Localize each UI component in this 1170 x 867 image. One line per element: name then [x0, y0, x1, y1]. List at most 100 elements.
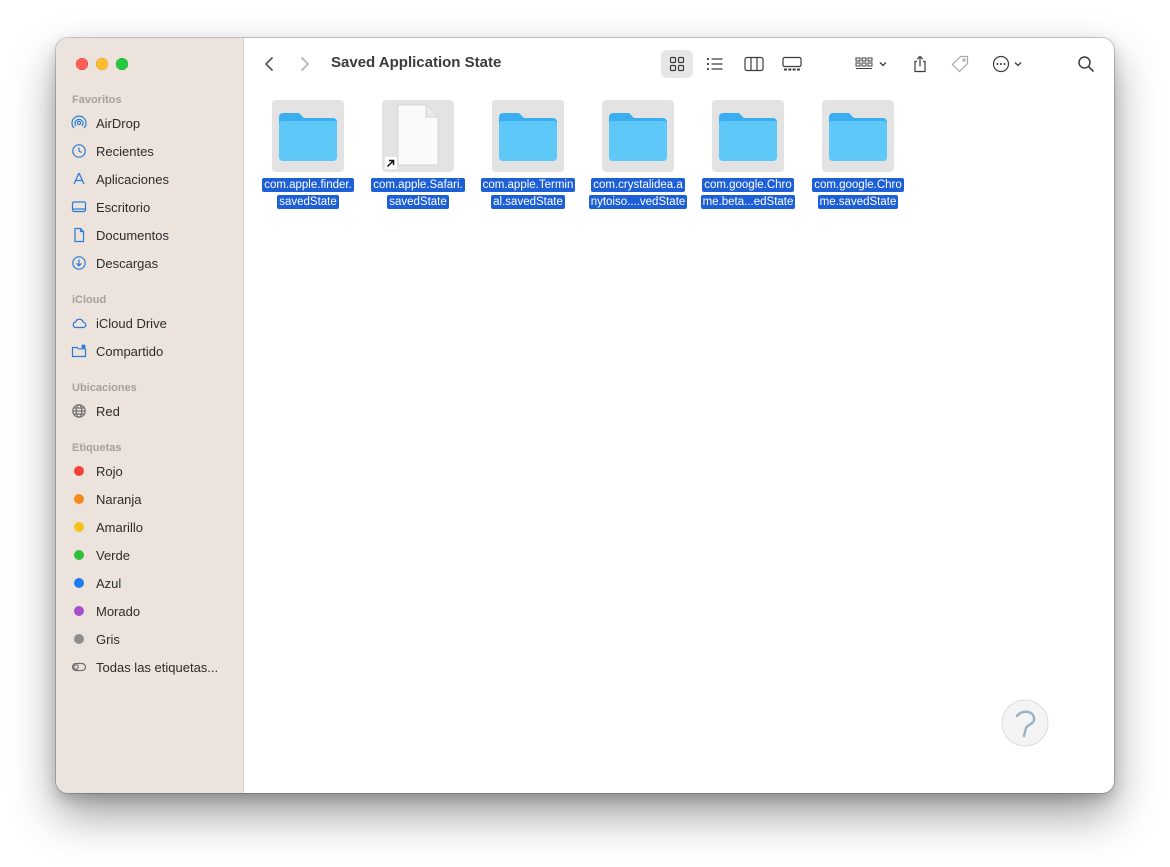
document-icon: [70, 226, 88, 244]
tag-color-dot: [70, 630, 88, 648]
view-list-button[interactable]: [699, 50, 731, 78]
sidebar-item-icloud-drive[interactable]: iCloud Drive: [70, 312, 235, 334]
file-name: com.crystalidea.a nytoiso....vedState: [588, 178, 688, 209]
desktop-icon: [70, 198, 88, 216]
airdrop-icon: [70, 114, 88, 132]
file-name: com.apple.Termin al.savedState: [480, 178, 576, 209]
file-item[interactable]: com.crystalidea.a nytoiso....vedState: [583, 100, 693, 210]
sidebar-item-descargas[interactable]: Descargas: [70, 252, 235, 274]
view-columns-button[interactable]: [738, 50, 770, 78]
sidebar-item-label: Rojo: [96, 463, 123, 479]
file-thumbnail: [382, 100, 454, 172]
sidebar-item-label: Todas las etiquetas...: [96, 659, 219, 675]
sidebar-tag-morado[interactable]: Morado: [70, 600, 235, 622]
sidebar-item-airdrop[interactable]: AirDrop: [70, 112, 235, 134]
search-button[interactable]: [1072, 50, 1100, 78]
sidebar-tag-gris[interactable]: Gris: [70, 628, 235, 650]
document-alias-icon: [397, 104, 439, 166]
shared-folder-icon: [70, 342, 88, 360]
search-icon: [1078, 56, 1094, 72]
file-name: com.apple.finder. savedState: [262, 178, 354, 209]
tag-color-dot: [70, 518, 88, 536]
share-icon: [914, 55, 926, 73]
folder-icon: [609, 113, 667, 161]
close-button[interactable]: [76, 58, 88, 70]
forward-button[interactable]: [294, 52, 316, 76]
gallery-view-icon: [782, 56, 802, 71]
sidebar-item-aplicaciones[interactable]: Aplicaciones: [70, 168, 235, 190]
finder-window: Favoritos AirDrop Recientes Aplicaciones…: [56, 38, 1114, 793]
file-area: com.apple.finder. savedState com.apple.S…: [244, 90, 1114, 793]
sidebar: Favoritos AirDrop Recientes Aplicaciones…: [56, 38, 244, 793]
tag-icon: [951, 55, 969, 73]
tag-color-dot: [70, 490, 88, 508]
sidebar-item-label: Compartido: [96, 343, 164, 359]
view-gallery-button[interactable]: [776, 50, 808, 78]
sidebar-item-label: Naranja: [96, 491, 142, 507]
share-button[interactable]: [906, 50, 934, 78]
section-tags: Etiquetas: [72, 442, 122, 454]
tag-color-dot: [70, 546, 88, 564]
section-favorites: Favoritos: [72, 94, 122, 106]
sidebar-tag-naranja[interactable]: Naranja: [70, 488, 235, 510]
sidebar-item-label: Escritorio: [96, 199, 151, 215]
file-name: com.google.Chro me.beta...edState: [700, 178, 796, 209]
more-actions-button[interactable]: [986, 50, 1028, 78]
minimize-button[interactable]: [96, 58, 108, 70]
sidebar-item-documentos[interactable]: Documentos: [70, 224, 235, 246]
group-by-button[interactable]: [850, 50, 892, 78]
globe-icon: [70, 402, 88, 420]
sidebar-item-label: Aplicaciones: [96, 171, 169, 187]
window-title: Saved Application State: [331, 54, 502, 71]
chevron-left-icon: [265, 57, 273, 71]
sidebar-item-label: Azul: [96, 575, 122, 591]
sidebar-item-label: Gris: [96, 631, 120, 647]
tag-button[interactable]: [946, 50, 974, 78]
chevron-down-icon: [1014, 62, 1022, 67]
file-item[interactable]: com.apple.finder. savedState: [253, 100, 363, 210]
cloud-icon: [70, 314, 88, 332]
file-item[interactable]: com.apple.Termin al.savedState: [473, 100, 583, 210]
file-thumbnail: [602, 100, 674, 172]
file-thumbnail: [272, 100, 344, 172]
view-icons-button[interactable]: [661, 50, 693, 78]
sidebar-item-label: Morado: [96, 603, 141, 619]
list-view-icon: [706, 57, 723, 71]
chevron-down-icon: [879, 62, 887, 67]
tag-color-dot: [70, 574, 88, 592]
sidebar-item-recientes[interactable]: Recientes: [70, 140, 235, 162]
sidebar-item-red[interactable]: Red: [70, 400, 235, 422]
sidebar-tag-verde[interactable]: Verde: [70, 544, 235, 566]
zoom-button[interactable]: [116, 58, 128, 70]
sidebar-item-label: Descargas: [96, 255, 159, 271]
sidebar-item-compartido[interactable]: Compartido: [70, 340, 235, 362]
file-thumbnail: [492, 100, 564, 172]
clock-icon: [70, 142, 88, 160]
file-item[interactable]: com.google.Chro me.savedState: [803, 100, 913, 210]
alias-arrow-icon: [385, 157, 397, 169]
grid-view-icon: [669, 56, 685, 72]
section-icloud: iCloud: [72, 294, 107, 306]
sidebar-item-escritorio[interactable]: Escritorio: [70, 196, 235, 218]
section-locations: Ubicaciones: [72, 382, 137, 394]
toolbar: Saved Application State: [244, 38, 1114, 90]
sidebar-item-label: Recientes: [96, 143, 154, 159]
file-item[interactable]: com.apple.Safari. savedState: [363, 100, 473, 210]
sidebar-item-label: Documentos: [96, 227, 169, 243]
sidebar-tag-amarillo[interactable]: Amarillo: [70, 516, 235, 538]
file-item[interactable]: com.google.Chro me.beta...edState: [693, 100, 803, 210]
download-icon: [70, 254, 88, 272]
sidebar-item-label: iCloud Drive: [96, 315, 167, 331]
file-name: com.apple.Safari. savedState: [371, 178, 465, 209]
file-thumbnail: [712, 100, 784, 172]
sidebar-item-label: AirDrop: [96, 115, 141, 131]
sidebar-tag-azul[interactable]: Azul: [70, 572, 235, 594]
columns-view-icon: [744, 56, 764, 72]
sidebar-item-label: Red: [96, 403, 120, 419]
tag-color-dot: [70, 462, 88, 480]
applications-icon: [70, 170, 88, 188]
sidebar-tag-rojo[interactable]: Rojo: [70, 460, 235, 482]
back-button[interactable]: [258, 52, 280, 76]
folder-icon: [499, 113, 557, 161]
sidebar-tag-all[interactable]: Todas las etiquetas...: [70, 656, 235, 678]
